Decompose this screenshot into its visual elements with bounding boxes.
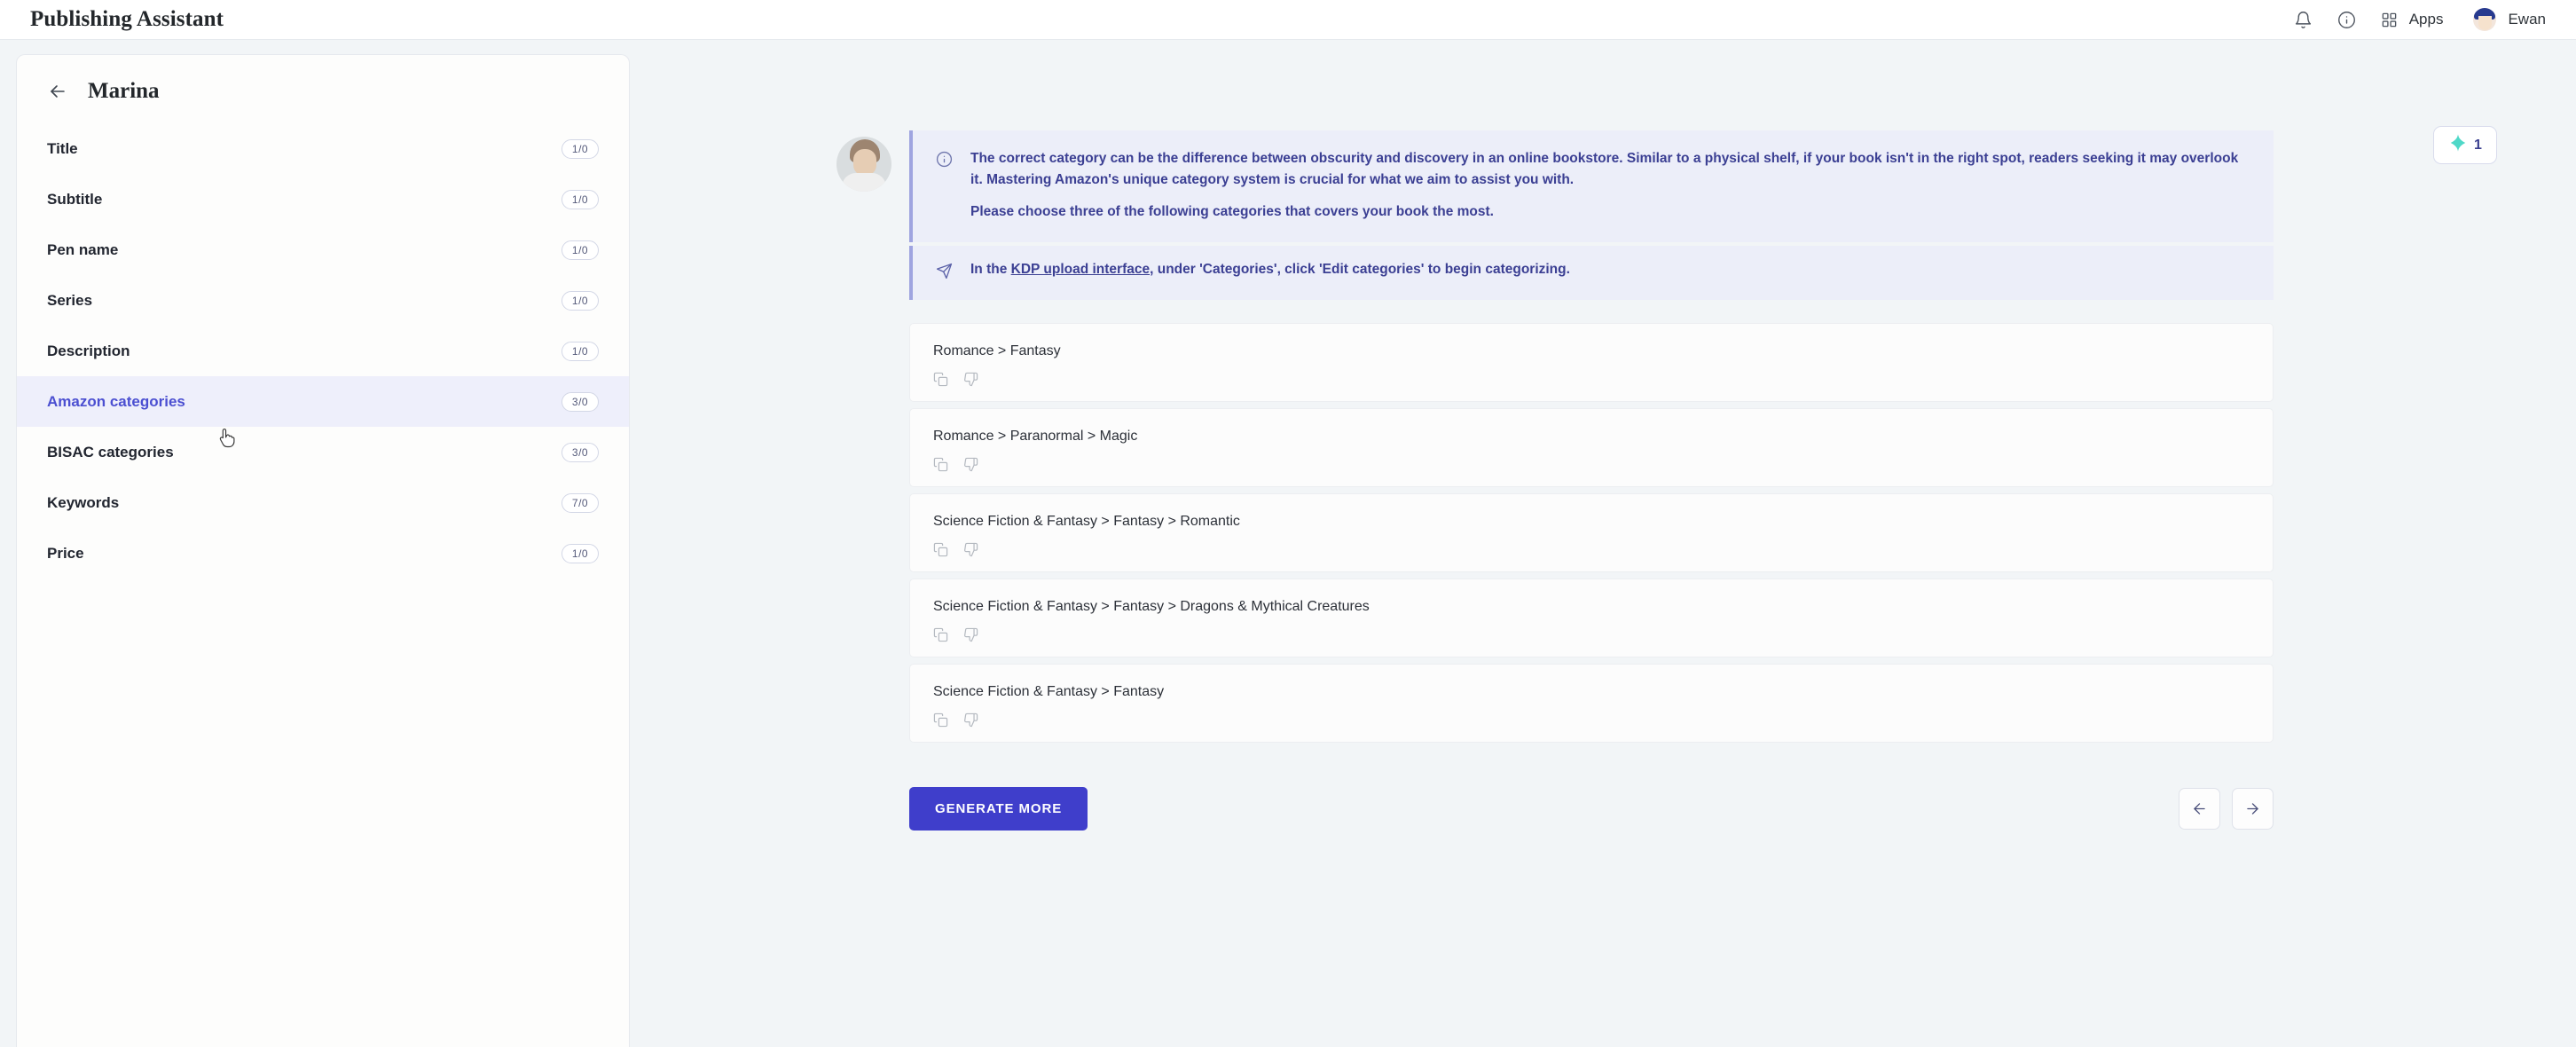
hint-text: In the KDP upload interface, under 'Cate… xyxy=(970,262,1570,284)
back-arrow-icon[interactable] xyxy=(47,81,68,102)
sidebar-item-list: Title 1/0 Subtitle 1/0 Pen name 1/0 Series 1/0 D… xyxy=(17,123,629,579)
sidebar-item-label: Price xyxy=(47,544,84,562)
next-page-button[interactable] xyxy=(2232,788,2274,831)
generate-more-button[interactable]: GENERATE MORE xyxy=(909,787,1088,831)
copy-icon[interactable] xyxy=(933,627,948,642)
thumbs-down-icon[interactable] xyxy=(963,372,978,387)
sidebar: Marina Title 1/0 Subtitle 1/0 Pen name 1/0 Ser… xyxy=(16,54,630,1047)
page-body: Marina Title 1/0 Subtitle 1/0 Pen name 1/0 Ser… xyxy=(0,40,2576,1047)
info-notice-text: The correct category can be the differen… xyxy=(970,148,2250,223)
send-paper-plane-icon xyxy=(936,262,953,284)
sidebar-item-badge: 1/0 xyxy=(562,240,599,260)
pagination xyxy=(2179,788,2274,831)
thumbs-down-icon[interactable] xyxy=(963,542,978,557)
sidebar-item-description[interactable]: Description 1/0 xyxy=(17,326,629,376)
category-path: Romance > Paranormal > Magic xyxy=(933,429,1138,445)
apps-menu[interactable]: Apps xyxy=(2381,11,2444,28)
category-card[interactable]: Science Fiction & Fantasy > Fantasy xyxy=(909,664,2274,744)
sidebar-region: Marina Title 1/0 Subtitle 1/0 Pen name 1/0 Ser… xyxy=(0,40,632,1047)
sidebar-item-label: Title xyxy=(47,139,78,157)
category-card[interactable]: Romance > Fantasy xyxy=(909,323,2274,403)
sidebar-item-label: Amazon categories xyxy=(47,392,185,410)
copy-icon[interactable] xyxy=(933,372,948,387)
conversation-content: The correct category can be the differen… xyxy=(836,54,2274,831)
info-notice: The correct category can be the differen… xyxy=(909,130,2274,243)
category-path: Science Fiction & Fantasy > Fantasy > Ro… xyxy=(933,514,1240,530)
category-list: Romance > Fantasy Romance > Paranormal > … xyxy=(909,323,2274,744)
credits-count: 1 xyxy=(2474,137,2482,153)
sidebar-item-keywords[interactable]: Keywords 7/0 xyxy=(17,477,629,528)
notice-paragraph-1: The correct category can be the differen… xyxy=(970,151,2239,188)
sidebar-item-label: Subtitle xyxy=(47,190,103,208)
previous-page-button[interactable] xyxy=(2179,788,2220,831)
sidebar-item-badge: 7/0 xyxy=(562,492,599,513)
sidebar-item-badge: 1/0 xyxy=(562,138,599,159)
sidebar-item-badge: 1/0 xyxy=(562,341,599,361)
sidebar-item-series[interactable]: Series 1/0 xyxy=(17,275,629,326)
assistant-avatar xyxy=(836,137,891,192)
sidebar-item-label: BISAC categories xyxy=(47,443,174,461)
sidebar-item-badge: 1/0 xyxy=(562,189,599,209)
copy-icon[interactable] xyxy=(933,457,948,472)
sidebar-item-label: Pen name xyxy=(47,240,119,258)
category-actions xyxy=(933,712,2250,728)
category-card[interactable]: Science Fiction & Fantasy > Fantasy > Dr… xyxy=(909,579,2274,658)
sidebar-item-amazon-categories[interactable]: Amazon categories 3/0 xyxy=(17,376,629,427)
thumbs-down-icon[interactable] xyxy=(963,457,978,472)
user-menu[interactable]: Ewan xyxy=(2473,8,2546,31)
category-path: Science Fiction & Fantasy > Fantasy > Dr… xyxy=(933,599,1370,615)
bell-icon[interactable] xyxy=(2294,11,2313,29)
sidebar-item-badge: 1/0 xyxy=(562,290,599,311)
sidebar-item-badge: 3/0 xyxy=(562,442,599,462)
category-actions xyxy=(933,457,2250,472)
category-card[interactable]: Romance > Paranormal > Magic xyxy=(909,408,2274,488)
app-header: Publishing Assistant Apps Ewan xyxy=(0,0,2576,40)
sidebar-item-price[interactable]: Price 1/0 xyxy=(17,528,629,579)
sidebar-header: Marina xyxy=(17,55,629,123)
sidebar-title: Marina xyxy=(88,79,160,103)
sparkle-icon xyxy=(2448,133,2468,157)
category-path: Science Fiction & Fantasy > Fantasy xyxy=(933,684,1165,700)
hint-suffix: , under 'Categories', click 'Edit catego… xyxy=(1150,262,1570,278)
user-name: Ewan xyxy=(2508,11,2546,28)
grid-apps-icon xyxy=(2381,12,2398,28)
page-title: Publishing Assistant xyxy=(30,7,224,31)
thumbs-down-icon[interactable] xyxy=(963,712,978,728)
info-circle-icon xyxy=(936,148,953,223)
info-circle-icon[interactable] xyxy=(2337,11,2356,29)
sidebar-item-bisac-categories[interactable]: BISAC categories 3/0 xyxy=(17,427,629,477)
sidebar-item-label: Series xyxy=(47,291,93,309)
category-actions xyxy=(933,627,2250,642)
content-footer: GENERATE MORE xyxy=(909,787,2274,831)
hint-notice: In the KDP upload interface, under 'Cate… xyxy=(909,246,2274,301)
sidebar-item-badge: 1/0 xyxy=(562,543,599,563)
avatar xyxy=(2473,8,2497,31)
sidebar-item-subtitle[interactable]: Subtitle 1/0 xyxy=(17,174,629,224)
kdp-upload-interface-link[interactable]: KDP upload interface xyxy=(1011,262,1150,277)
thumbs-down-icon[interactable] xyxy=(963,627,978,642)
notice-paragraph-2: Please choose three of the following cat… xyxy=(970,204,1494,220)
copy-icon[interactable] xyxy=(933,712,948,728)
category-card[interactable]: Science Fiction & Fantasy > Fantasy > Ro… xyxy=(909,493,2274,573)
apps-label: Apps xyxy=(2408,11,2444,28)
credits-chip[interactable]: 1 xyxy=(2433,126,2497,164)
hint-prefix: In the xyxy=(970,262,1011,278)
category-path: Romance > Fantasy xyxy=(933,343,1061,359)
category-actions xyxy=(933,372,2250,387)
sidebar-item-badge: 3/0 xyxy=(562,391,599,412)
sidebar-item-label: Description xyxy=(47,342,130,359)
header-actions: Apps Ewan xyxy=(2294,8,2546,31)
copy-icon[interactable] xyxy=(933,542,948,557)
category-actions xyxy=(933,542,2250,557)
sidebar-item-title[interactable]: Title 1/0 xyxy=(17,123,629,174)
sidebar-item-pen-name[interactable]: Pen name 1/0 xyxy=(17,224,629,275)
sidebar-item-label: Keywords xyxy=(47,493,120,511)
main-region: 1 The correct category can be the differ… xyxy=(632,40,2576,1047)
